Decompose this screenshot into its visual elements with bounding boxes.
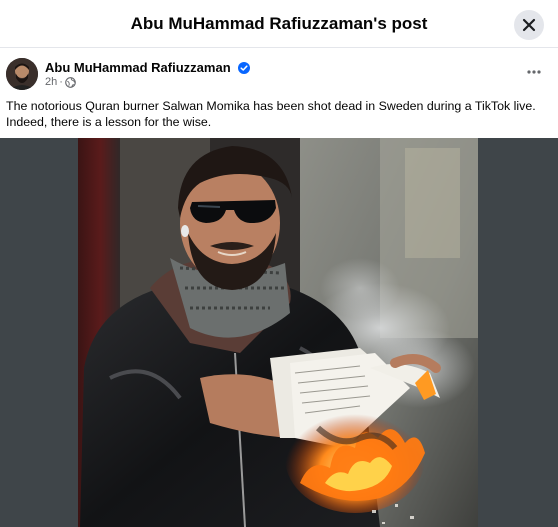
post-photo-image bbox=[0, 138, 558, 527]
verified-badge-icon bbox=[238, 62, 251, 74]
close-icon bbox=[522, 18, 536, 32]
meta-separator: · bbox=[59, 76, 63, 88]
post-header: Abu MuHammad Rafiuzzaman 2h · bbox=[0, 48, 558, 98]
post-time[interactable]: 2h bbox=[45, 76, 57, 88]
close-button[interactable] bbox=[514, 10, 544, 40]
dialog-title: Abu MuHammad Rafiuzzaman's post bbox=[130, 14, 428, 33]
author-name-text[interactable]: Abu MuHammad Rafiuzzaman bbox=[45, 60, 231, 75]
avatar[interactable] bbox=[6, 58, 38, 90]
post-photo[interactable] bbox=[0, 138, 558, 527]
post-text: The notorious Quran burner Salwan Momika… bbox=[6, 99, 536, 129]
dialog-header: Abu MuHammad Rafiuzzaman's post bbox=[0, 0, 558, 48]
author-name[interactable]: Abu MuHammad Rafiuzzaman bbox=[45, 60, 251, 75]
more-dots-icon bbox=[527, 70, 541, 74]
more-options-button[interactable] bbox=[522, 62, 546, 82]
post-dialog: Abu MuHammad Rafiuzzaman's post Abu MuHa… bbox=[0, 0, 558, 527]
globe-icon[interactable] bbox=[65, 76, 76, 88]
post-meta: 2h · bbox=[45, 76, 76, 88]
